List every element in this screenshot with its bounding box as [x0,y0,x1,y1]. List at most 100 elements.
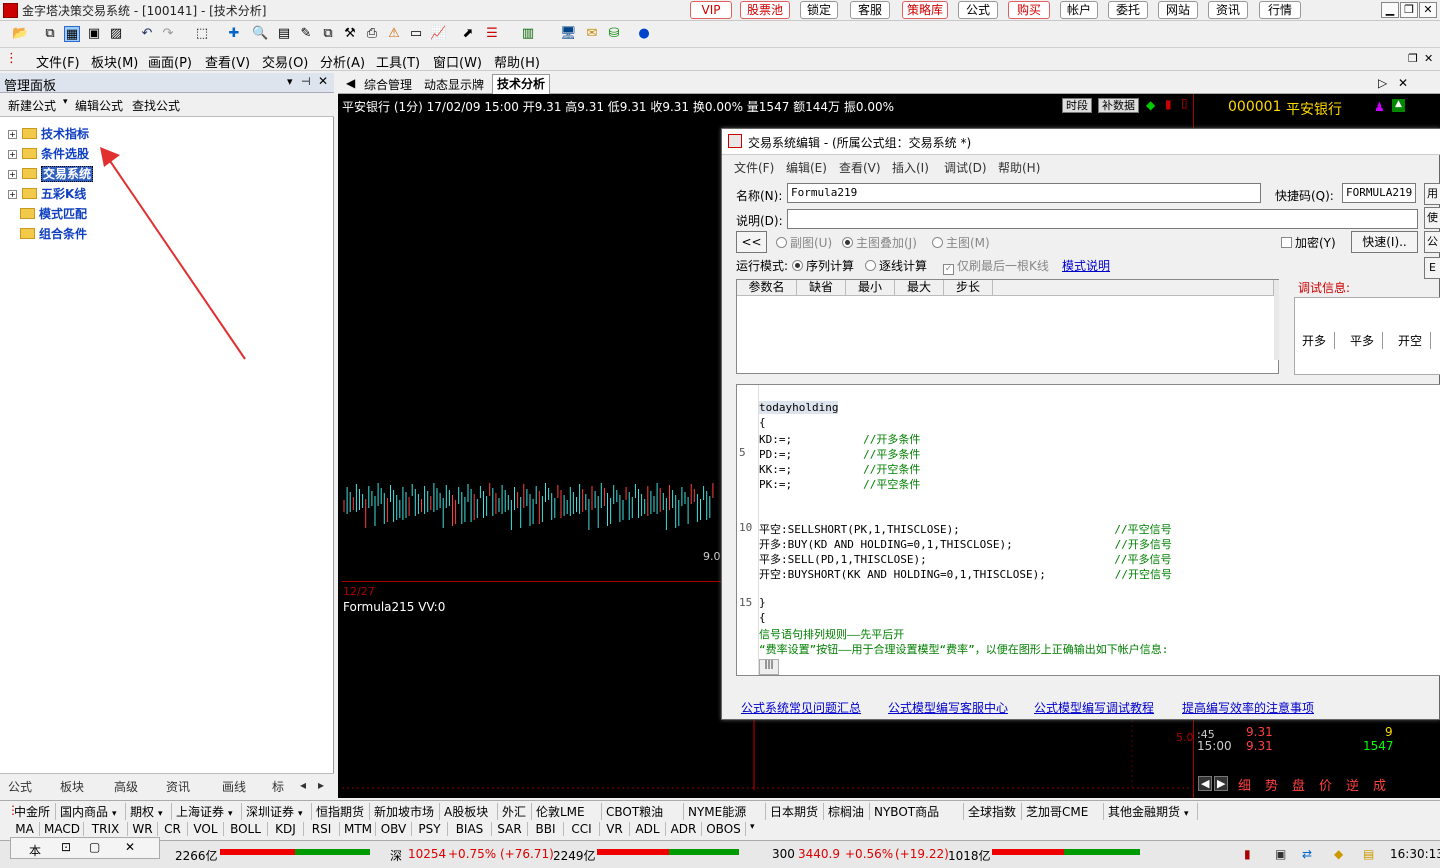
help-link-3[interactable]: 提高编写效率的注意事项 [1182,699,1314,716]
indicator-tab-13[interactable]: SAR [492,822,528,836]
dialog-menu-5[interactable]: 帮助(H) [998,159,1040,176]
top-button-0[interactable]: VIP [690,1,732,19]
up-icon[interactable]: ▲ [1392,99,1405,112]
crosshair-icon[interactable]: ✚ [226,26,242,42]
edit-icon[interactable]: ✎ [298,26,314,42]
bag-icon[interactable]: ⛁ [606,26,622,42]
dialog-menu-4[interactable]: 调试(D) [944,159,987,176]
lock-icon[interactable]: ▤ [1363,847,1374,861]
help-link-1[interactable]: 公式模型编写客服中心 [888,699,1008,716]
tab-left-icon[interactable]: ◂ [300,778,306,792]
clone-icon[interactable]: ⧉ [320,26,336,42]
radio-step[interactable]: 逐线计算 [865,257,927,274]
next-page-icon[interactable]: ▶ [1214,776,1229,791]
db-icon[interactable]: ▮ [1244,847,1251,861]
market-tab-10[interactable]: CBOT粮油 [602,803,684,820]
indicator-tab-0[interactable]: MA [10,822,40,836]
panel-tab-5[interactable]: 标 [272,778,284,795]
indicator-tab-1[interactable]: MACD [40,822,84,836]
side-tab-3[interactable]: 价 [1319,775,1332,794]
market-tab-11[interactable]: NYME能源 [684,803,766,820]
last-bar-checkbox[interactable]: ✓ 仅刷最后一根K线 [943,257,1049,275]
side-button-3[interactable]: E [1424,257,1440,279]
trend-icon[interactable]: ⬈ [460,26,476,42]
side-tab-1[interactable]: 势 [1265,775,1278,794]
more-indicators-icon[interactable]: ▾ [746,822,759,832]
radio-overlay[interactable]: 主图叠加(J) [842,234,917,251]
parameter-grid[interactable]: 参数名 缺省 最小 最大 步长 [736,279,1279,374]
menu-item-5[interactable]: 分析(A) [320,52,365,71]
top-button-9[interactable]: 网站 [1158,1,1198,19]
menu-item-6[interactable]: 工具(T) [376,52,420,71]
menu-item-7[interactable]: 窗口(W) [433,52,482,71]
menu-item-4[interactable]: 交易(O) [262,52,308,71]
market-tab-17[interactable]: 其他金融期货 ▾ [1104,803,1198,820]
indicator-tab-10[interactable]: OBV [376,822,412,836]
close-mini-icon[interactable]: ✕ [125,840,135,854]
indicator-tab-18[interactable]: ADR [666,822,702,836]
market-tab-12[interactable]: 日本期货 [766,803,824,820]
indicator-tab-16[interactable]: VR [600,822,630,836]
top-button-1[interactable]: 股票池 [740,1,790,19]
top-button-11[interactable]: 行情 [1259,1,1301,19]
copy-icon[interactable]: ⧉ [42,26,58,42]
dialog-menu-3[interactable]: 插入(I) [892,159,929,176]
market-tab-8[interactable]: 外汇 [498,803,532,820]
market-tab-1[interactable]: 国内商品 ▾ [56,803,126,820]
zoom-icon[interactable]: 🔍 [252,26,268,42]
tab-overview[interactable]: 综合管理 [360,76,416,93]
menu-item-8[interactable]: 帮助(H) [494,52,540,71]
dialog-menu-1[interactable]: 编辑(E) [786,159,827,176]
indicator-tab-5[interactable]: VOL [188,822,224,836]
period-button[interactable]: 时段 [1062,98,1092,113]
indicator-tab-7[interactable]: KDJ [268,822,304,836]
list-icon[interactable]: ☰ [484,26,500,42]
signal-icon[interactable]: ◆ [1334,847,1343,861]
market-tab-13[interactable]: 棕榈油 [824,803,870,820]
top-button-2[interactable]: 锁定 [800,1,838,19]
panel-tab-3[interactable]: 资讯 [166,778,190,795]
restore-mini-icon[interactable]: ⊡ [61,840,71,854]
side-tab-2[interactable]: 盘 [1292,775,1305,794]
help-link-0[interactable]: 公式系统常见问题汇总 [741,699,861,716]
code-editor[interactable]: 5 10 15 todayholding {KD:=; //开多条件 PD:=; //平多条… [736,384,1440,676]
grid-header-3[interactable]: 最大 [895,280,944,296]
minimized-window[interactable]: 本 ⊡ ▢ ✕ [10,837,160,859]
layout-icon[interactable]: ▦ [64,26,80,42]
horizontal-scroll-thumb[interactable]: ||| [759,659,779,675]
print-icon[interactable]: ⎙ [364,26,380,42]
grid-header-4[interactable]: 步长 [944,280,993,296]
indicator-tab-12[interactable]: BIAS [448,822,492,836]
help-icon[interactable]: ● [636,26,652,42]
top-button-6[interactable]: 购买 [1008,1,1050,19]
dialog-menu-2[interactable]: 查看(V) [839,159,881,176]
doc-icon[interactable]: ▭ [408,26,424,42]
image-icon[interactable]: ▨ [108,26,124,42]
panel-tab-1[interactable]: 板块 [60,778,84,795]
select-icon[interactable]: ⬚ [194,26,210,42]
encrypt-checkbox[interactable]: 加密(Y) [1281,234,1336,251]
menu-item-0[interactable]: 文件(F) [36,52,80,71]
menu-item-1[interactable]: 板块(M) [91,52,138,71]
market-tab-7[interactable]: A股板块 [440,803,498,820]
top-button-7[interactable]: 帐户 [1060,1,1098,19]
tab-dynamic[interactable]: 动态显示牌 [420,76,488,93]
market-tab-14[interactable]: NYBOT商品 [870,803,964,820]
radio-sequence[interactable]: 序列计算 [792,257,854,274]
debug-tab-2[interactable]: 开空 [1398,332,1432,349]
name-input[interactable]: Formula219 [787,183,1261,203]
indicator-tab-17[interactable]: ADL [630,822,666,836]
indicator-tab-8[interactable]: RSI [304,822,340,836]
indicator-tab-2[interactable]: TRIX [84,822,128,836]
market-tab-3[interactable]: 上海证券 ▾ [172,803,242,820]
indicator-tab-6[interactable]: BOLL [224,822,268,836]
tab-right-icon[interactable]: ▸ [318,778,324,792]
indicator-tab-3[interactable]: WR [128,822,158,836]
description-input[interactable] [787,209,1418,229]
warning-icon[interactable]: ⚠ [386,26,402,42]
person-icon[interactable]: ♟ [1374,100,1385,114]
menu-item-2[interactable]: 画面(P) [148,52,192,71]
radio-subchart[interactable]: 副图(U) [776,234,832,251]
grid-header-1[interactable]: 缺省 [797,280,846,296]
panel-tab-2[interactable]: 高级 [114,778,138,795]
